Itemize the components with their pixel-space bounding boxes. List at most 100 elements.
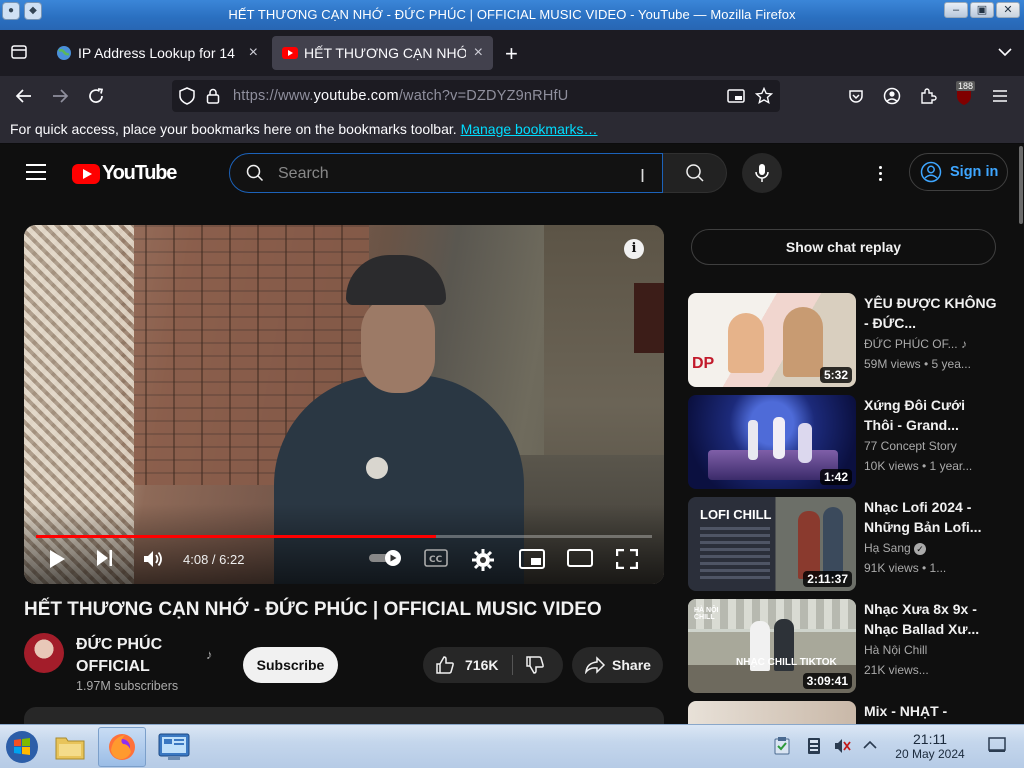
recommendation-item[interactable]: 1:42 Xứng Đôi Cưới Thôi - Grand... 77 Co… bbox=[688, 395, 1008, 491]
start-button[interactable] bbox=[2, 727, 42, 767]
reload-icon[interactable] bbox=[84, 84, 108, 108]
file-explorer-icon[interactable] bbox=[50, 727, 90, 767]
recommendation-title[interactable]: Nhạc Lofi 2024 - Những Bản Lofi... bbox=[864, 497, 998, 537]
bookmark-star-icon[interactable] bbox=[754, 86, 774, 106]
page-scrollbar[interactable] bbox=[1018, 144, 1024, 724]
maximize-button[interactable]: ▣ bbox=[970, 2, 994, 18]
device-tray-icon[interactable] bbox=[806, 737, 822, 758]
thumbnail-person-2 bbox=[823, 507, 843, 579]
show-chat-replay-button[interactable]: Show chat replay bbox=[691, 229, 996, 265]
volume-muted-icon[interactable] bbox=[834, 737, 852, 758]
show-desktop-icon[interactable] bbox=[988, 737, 1006, 756]
control-panel-icon[interactable] bbox=[154, 727, 194, 767]
youtube-play-icon bbox=[72, 163, 100, 184]
like-button[interactable]: 716K bbox=[435, 655, 498, 675]
hamburger-menu-icon[interactable] bbox=[988, 84, 1012, 108]
window-titlebar: ● ◆ HẾT THƯƠNG CẠN NHỚ - ĐỨC PHÚC | OFFI… bbox=[0, 0, 1024, 30]
manage-bookmarks-link[interactable]: Manage bookmarks… bbox=[461, 121, 598, 137]
youtube-logo[interactable]: YouTube bbox=[72, 162, 177, 185]
sign-in-button[interactable]: Sign in bbox=[909, 153, 1008, 191]
info-icon[interactable]: i bbox=[624, 239, 644, 259]
tracking-protection-shield-icon[interactable] bbox=[177, 86, 197, 106]
settings-kebab-icon[interactable] bbox=[872, 161, 888, 185]
minimize-button[interactable]: – bbox=[944, 2, 968, 18]
recommendation-item[interactable]: NHẠC CHILL TIKTOK HÀ NỘI CHILL 3:09:41 Nh… bbox=[688, 599, 1008, 695]
clipboard-tray-icon[interactable] bbox=[774, 737, 790, 758]
ublock-extension-icon[interactable]: 188 bbox=[952, 81, 976, 108]
recommendation-title[interactable]: YÊU ĐƯỢC KHÔNG - ĐỨC... bbox=[864, 293, 998, 333]
channel-label: ĐỨC PHÚC OF... bbox=[864, 337, 958, 351]
tab-youtube[interactable]: HẾT THƯƠNG CẠN NHỚ × bbox=[272, 36, 493, 70]
account-icon[interactable] bbox=[880, 84, 904, 108]
scrollbar-thumb[interactable] bbox=[1019, 146, 1023, 224]
subscribe-button[interactable]: Subscribe bbox=[243, 647, 338, 683]
forward-icon[interactable] bbox=[48, 84, 72, 108]
progress-bar[interactable] bbox=[36, 535, 652, 538]
channel-avatar[interactable] bbox=[24, 633, 64, 673]
share-button[interactable]: Share bbox=[572, 647, 663, 683]
voice-search-button[interactable] bbox=[742, 153, 782, 193]
tab-close-icon[interactable]: × bbox=[249, 44, 258, 62]
fullscreen-icon[interactable] bbox=[616, 549, 638, 569]
video-thumbnail[interactable]: DP 5:32 bbox=[688, 293, 856, 387]
thumbnail-person-2 bbox=[783, 307, 823, 377]
music-note-icon: ♪ bbox=[960, 337, 967, 351]
guide-menu-icon[interactable] bbox=[26, 164, 46, 180]
tab-ip-lookup[interactable]: IP Address Lookup for 14 × bbox=[46, 36, 268, 70]
recommendation-title[interactable]: Xứng Đôi Cưới Thôi - Grand... bbox=[864, 395, 998, 435]
picture-in-picture-icon[interactable] bbox=[726, 86, 746, 106]
controls-gradient bbox=[24, 504, 664, 584]
recommendation-title[interactable]: Nhạc Xưa 8x 9x - Nhạc Ballad Xư... bbox=[864, 599, 998, 639]
recommendation-channel[interactable]: ĐỨC PHÚC OF... ♪ bbox=[864, 337, 967, 351]
tab-close-icon[interactable]: × bbox=[474, 44, 483, 62]
autoplay-toggle[interactable] bbox=[368, 549, 404, 567]
taskbar-clock[interactable]: 21:11 20 May 2024 bbox=[890, 732, 970, 762]
description-box[interactable] bbox=[24, 707, 664, 724]
new-tab-button[interactable]: + bbox=[505, 41, 518, 67]
list-all-tabs-icon[interactable] bbox=[998, 44, 1012, 60]
channel-name[interactable]: ĐỨC PHÚC OFFICIAL bbox=[76, 634, 196, 678]
play-icon[interactable] bbox=[48, 549, 66, 569]
extensions-puzzle-icon[interactable] bbox=[916, 84, 940, 108]
miniplayer-icon[interactable] bbox=[519, 549, 545, 569]
recommendation-channel[interactable]: Hà Nội Chill bbox=[864, 643, 927, 657]
subscriber-count: 1.97M subscribers bbox=[76, 679, 179, 693]
lock-icon[interactable] bbox=[203, 86, 223, 106]
url-bar[interactable]: https://www.youtube.com/watch?v=DZDYZ9nR… bbox=[172, 80, 780, 112]
video-thumbnail[interactable] bbox=[688, 701, 856, 724]
video-thumbnail[interactable]: 1:42 bbox=[688, 395, 856, 489]
video-player[interactable]: i 4:08 / 6:22 CC bbox=[24, 225, 664, 584]
recommendation-title[interactable]: Mix - NHẠT - bbox=[864, 701, 998, 721]
video-title: HẾT THƯƠNG CẠN NHỚ - ĐỨC PHÚC | OFFICIAL… bbox=[24, 599, 602, 620]
settings-gear-icon[interactable] bbox=[472, 549, 494, 571]
thumbnail-figure-1 bbox=[748, 420, 758, 460]
close-window-button[interactable]: ✕ bbox=[996, 2, 1020, 18]
recommendation-channel[interactable]: Hạ Sang ✓ bbox=[864, 541, 927, 555]
youtube-wordmark: YouTube bbox=[102, 162, 177, 184]
video-duration: 3:09:41 bbox=[802, 673, 852, 689]
show-hidden-icons-chevron-icon[interactable] bbox=[862, 737, 878, 756]
recommendation-channel[interactable]: 77 Concept Story bbox=[864, 439, 957, 453]
pocket-icon[interactable] bbox=[844, 84, 868, 108]
taskbar-firefox[interactable] bbox=[98, 727, 146, 767]
person-badge bbox=[366, 457, 388, 479]
next-video-icon[interactable] bbox=[96, 549, 114, 567]
background-door bbox=[634, 283, 664, 353]
url-text[interactable]: https://www.youtube.com/watch?v=DZDYZ9nR… bbox=[233, 88, 568, 104]
window-title: HẾT THƯƠNG CẠN NHỚ - ĐỨC PHÚC | OFFICIAL… bbox=[228, 7, 796, 22]
recommendation-item[interactable]: DP 5:32 YÊU ĐƯỢC KHÔNG - ĐỨC... ĐỨC PHÚC… bbox=[688, 293, 1008, 389]
video-thumbnail[interactable]: NHẠC CHILL TIKTOK HÀ NỘI CHILL 3:09:41 bbox=[688, 599, 856, 693]
tab-label: IP Address Lookup for 14 bbox=[78, 45, 235, 61]
search-input[interactable]: Search Ι bbox=[229, 153, 663, 193]
back-icon[interactable] bbox=[12, 84, 36, 108]
dislike-button[interactable] bbox=[525, 655, 545, 678]
thumbnail-figure-3 bbox=[798, 423, 812, 463]
firefox-view-icon[interactable] bbox=[10, 43, 30, 63]
volume-icon[interactable] bbox=[143, 549, 165, 569]
recommendation-item[interactable]: LOFI CHILL 2:11:37 Nhạc Lofi 2024 - Nhữn… bbox=[688, 497, 1008, 593]
search-button[interactable] bbox=[663, 153, 727, 193]
recommendation-item[interactable]: Mix - NHẠT - bbox=[688, 701, 1008, 724]
video-thumbnail[interactable]: LOFI CHILL 2:11:37 bbox=[688, 497, 856, 591]
theater-mode-icon[interactable] bbox=[567, 549, 593, 567]
captions-icon[interactable]: CC bbox=[424, 549, 448, 567]
